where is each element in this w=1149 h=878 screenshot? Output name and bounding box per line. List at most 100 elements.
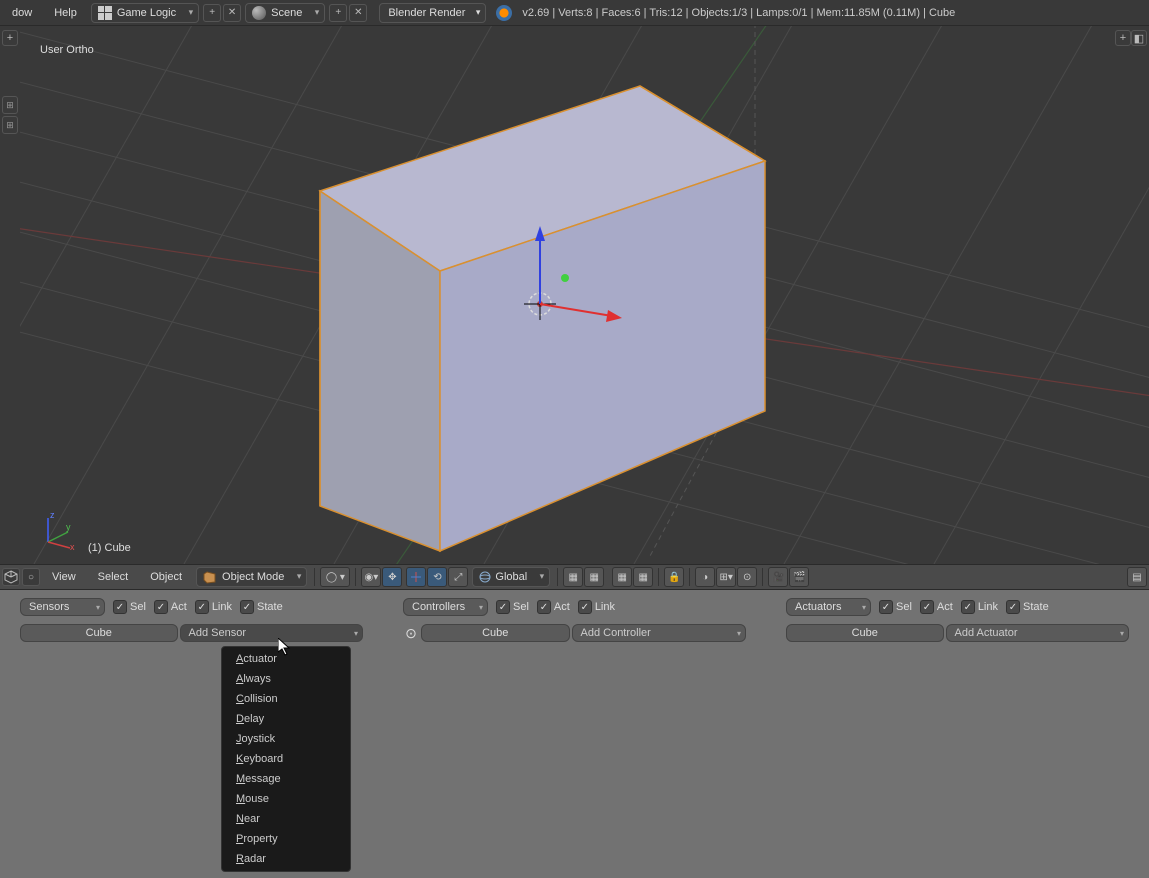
- snap-btn-1[interactable]: ◑: [695, 567, 715, 587]
- menu-object[interactable]: Object: [140, 567, 192, 587]
- menu-item-delay[interactable]: Delay: [222, 709, 350, 729]
- actuators-cube-btn[interactable]: Cube: [786, 624, 944, 642]
- menu-item-radar[interactable]: Radar: [222, 849, 350, 869]
- svg-text:y: y: [66, 522, 71, 532]
- scene-icon: [252, 6, 266, 20]
- scale-btn[interactable]: ⤢: [448, 567, 468, 587]
- persp-label: User Ortho: [40, 44, 94, 56]
- separator: [762, 568, 763, 586]
- menu-item-near[interactable]: Near: [222, 809, 350, 829]
- actuators-dd[interactable]: Actuators: [786, 598, 871, 616]
- plus-btn-2[interactable]: +: [329, 4, 347, 22]
- toolshelf-toggle[interactable]: +: [2, 30, 18, 46]
- layer-btn-4[interactable]: ▦: [633, 567, 653, 587]
- snap-btn-2[interactable]: ⊞▾: [716, 567, 736, 587]
- add-sensor-btn[interactable]: Add Sensor: [180, 624, 364, 642]
- viewport-canvas[interactable]: [20, 26, 1149, 564]
- menu-view[interactable]: View: [42, 567, 86, 587]
- add-actuator-btn[interactable]: Add Actuator: [946, 624, 1130, 642]
- mode-label: Object Mode: [222, 571, 284, 583]
- 3d-header: ○ View Select Object Object Mode ◯ ▾ ◉▾ …: [0, 564, 1149, 590]
- menu-select[interactable]: Select: [88, 567, 139, 587]
- sensors-act-check[interactable]: ✓: [154, 600, 168, 614]
- rotate-btn[interactable]: ⟲: [427, 567, 447, 587]
- stats-text: v2.69 | Verts:8 | Faces:6 | Tris:12 | Ob…: [522, 7, 955, 19]
- render-engine-dd[interactable]: Blender Render: [379, 3, 486, 23]
- sensors-state-check[interactable]: ✓: [240, 600, 254, 614]
- axes-gizmo: z y x: [40, 510, 80, 550]
- editor-type-dd-1[interactable]: Game Logic: [91, 3, 199, 23]
- scene-label: Scene: [271, 7, 302, 19]
- object-label: (1) Cube: [88, 542, 131, 554]
- sensors-dd[interactable]: Sensors: [20, 598, 105, 616]
- controllers-column: Controllers ✓Sel ✓Act ✓Link ⊙ Cube Add C…: [403, 598, 746, 870]
- orientation-label: Global: [495, 571, 527, 583]
- layer-btn-1[interactable]: ▦: [563, 567, 583, 587]
- grid-icon: [98, 6, 112, 20]
- close-btn-2[interactable]: ✕: [349, 4, 367, 22]
- logic-panel: Sensors ✓Sel ✓Act ✓Link ✓State Cube Add …: [0, 590, 1149, 878]
- controllers-act-check[interactable]: ✓: [537, 600, 551, 614]
- controllers-cube-btn[interactable]: Cube: [421, 624, 570, 642]
- scene-dd[interactable]: Scene: [245, 3, 325, 23]
- sensors-link-check[interactable]: ✓: [195, 600, 209, 614]
- orientation-dd[interactable]: Global: [472, 567, 550, 587]
- svg-text:x: x: [70, 542, 75, 550]
- menu-item-joystick[interactable]: Joystick: [222, 729, 350, 749]
- menu-item-collision[interactable]: Collision: [222, 689, 350, 709]
- mode-dd[interactable]: Object Mode: [196, 567, 307, 587]
- render-label: Blender Render: [388, 7, 465, 19]
- properties-toggle-1[interactable]: +: [1115, 30, 1131, 46]
- layer-btn-3[interactable]: ▦: [612, 567, 632, 587]
- menu-item-always[interactable]: Always: [222, 669, 350, 689]
- controllers-sel-check[interactable]: ✓: [496, 600, 510, 614]
- blender-logo-icon: [496, 5, 512, 21]
- actuators-link-check[interactable]: ✓: [961, 600, 975, 614]
- actuators-state-check[interactable]: ✓: [1006, 600, 1020, 614]
- 3d-viewport[interactable]: + + ◧ ⊞ ⊞ User Ortho (1) Cube z y x: [0, 26, 1149, 564]
- add-sensor-menu: Actuator Always Collision Delay Joystick…: [221, 646, 351, 872]
- separator: [314, 568, 315, 586]
- cube-icon: [4, 570, 18, 584]
- snap-btn-3[interactable]: ⊙: [737, 567, 757, 587]
- close-btn-1[interactable]: ✕: [223, 4, 241, 22]
- controllers-link-check[interactable]: ✓: [578, 600, 592, 614]
- layer-btn-2[interactable]: ▦: [584, 567, 604, 587]
- side-tab-1[interactable]: ⊞: [2, 96, 18, 114]
- render-btn-1[interactable]: 🎥: [768, 567, 788, 587]
- menu-item-property[interactable]: Property: [222, 829, 350, 849]
- editor-type-icon[interactable]: [2, 568, 20, 586]
- separator: [658, 568, 659, 586]
- add-controller-btn[interactable]: Add Controller: [572, 624, 747, 642]
- cube-mode-icon: [203, 570, 217, 584]
- menu-item-actuator[interactable]: Actuator: [222, 649, 350, 669]
- plus-btn-1[interactable]: +: [203, 4, 221, 22]
- translate-btn[interactable]: [406, 567, 426, 587]
- right-panel-btn[interactable]: ▤: [1127, 567, 1147, 587]
- sensors-sel-check[interactable]: ✓: [113, 600, 127, 614]
- actuators-column: Actuators ✓Sel ✓Act ✓Link ✓State Cube Ad…: [786, 598, 1129, 870]
- svg-text:z: z: [50, 510, 55, 520]
- separator: [557, 568, 558, 586]
- menu-window[interactable]: dow: [2, 3, 42, 23]
- manip-btn[interactable]: ✥: [382, 567, 402, 587]
- pivot-btn[interactable]: ◉▾: [361, 567, 381, 587]
- menu-help[interactable]: Help: [44, 3, 87, 23]
- properties-toggle-2[interactable]: ◧: [1131, 30, 1147, 46]
- globe-icon: [479, 571, 491, 583]
- lock-btn[interactable]: 🔒: [664, 567, 684, 587]
- collapse-btn[interactable]: ○: [22, 568, 40, 586]
- separator: [689, 568, 690, 586]
- menu-item-mouse[interactable]: Mouse: [222, 789, 350, 809]
- actuators-sel-check[interactable]: ✓: [879, 600, 893, 614]
- sensors-cube-btn[interactable]: Cube: [20, 624, 178, 642]
- actuators-act-check[interactable]: ✓: [920, 600, 934, 614]
- shading-dd[interactable]: ◯ ▾: [320, 567, 350, 587]
- side-tab-2[interactable]: ⊞: [2, 116, 18, 134]
- controllers-dot[interactable]: ⊙: [403, 625, 419, 641]
- menu-item-message[interactable]: Message: [222, 769, 350, 789]
- separator: [355, 568, 356, 586]
- render-btn-2[interactable]: 🎬: [789, 567, 809, 587]
- menu-item-keyboard[interactable]: Keyboard: [222, 749, 350, 769]
- controllers-dd[interactable]: Controllers: [403, 598, 488, 616]
